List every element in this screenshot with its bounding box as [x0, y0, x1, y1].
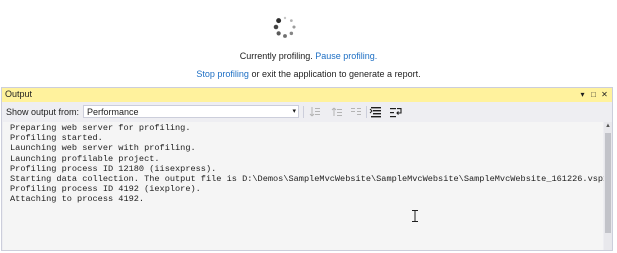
output-line: Profiling started.	[10, 133, 103, 144]
output-source-select[interactable]: Performance ▾	[83, 105, 299, 118]
spinner-dot	[273, 24, 279, 30]
chevron-down-icon: ▾	[292, 108, 296, 115]
vertical-scrollbar[interactable]: ▲	[604, 122, 612, 250]
output-line: Launching web server with profiling.	[10, 143, 196, 154]
output-toolbar: Show output from: Performance ▾	[2, 103, 612, 121]
go-to-next-message-icon[interactable]	[330, 105, 344, 119]
toolbar-separator	[303, 106, 304, 118]
output-window-title: Output	[5, 89, 33, 99]
spinner-dot	[276, 18, 282, 24]
profiling-status-line: Currently profiling. Pause profiling.	[0, 51, 617, 61]
output-log: Preparing web server for profiling. Prof…	[10, 123, 608, 205]
show-output-from-label: Show output from:	[6, 107, 80, 117]
close-icon[interactable]: ✕	[599, 88, 610, 102]
output-line: Attaching to process 4192.	[10, 194, 145, 205]
profiling-instruction-line: Stop profiling or exit the application t…	[0, 69, 617, 79]
output-line: Preparing web server for profiling.	[10, 123, 191, 133]
output-source-value: Performance	[87, 107, 139, 117]
go-to-previous-message-icon[interactable]	[308, 105, 322, 119]
text-cursor-icon	[411, 210, 419, 222]
spinner-dot	[283, 16, 287, 20]
spinner-dot	[289, 19, 293, 23]
spinner-dot	[289, 31, 294, 36]
output-text-area[interactable]: Preparing web server for profiling. Prof…	[3, 122, 608, 250]
clear-all-icon[interactable]	[369, 105, 383, 119]
output-window: Output ▾ □ ✕ Show output from: Performan…	[1, 87, 613, 251]
profiling-status-text: Currently profiling.	[239, 51, 313, 61]
loading-spinner-icon	[272, 14, 298, 40]
scrollbar-thumb[interactable]	[605, 133, 611, 233]
spinner-dot	[276, 31, 281, 36]
output-window-titlebar[interactable]: Output ▾ □ ✕	[2, 88, 612, 102]
output-line: Profiling process ID 12180 (iisexpress).	[10, 163, 217, 174]
maximize-icon[interactable]: □	[588, 88, 599, 102]
window-position-dropdown-icon[interactable]: ▾	[577, 88, 588, 102]
find-message-icon[interactable]	[349, 105, 363, 119]
stop-profiling-link[interactable]: Stop profiling	[196, 69, 249, 79]
pause-profiling-link[interactable]: Pause profiling.	[315, 51, 377, 61]
toggle-word-wrap-icon[interactable]	[389, 105, 403, 119]
toolbar-separator	[366, 106, 367, 118]
spinner-dot	[283, 34, 287, 38]
output-line: Starting data collection. The output fil…	[10, 174, 609, 185]
output-line: Profiling process ID 4192 (iexplore).	[10, 184, 201, 195]
scroll-up-icon[interactable]: ▲	[604, 122, 612, 130]
instruction-text: or exit the application to generate a re…	[251, 69, 421, 79]
output-line: Launching profilable project.	[10, 153, 160, 164]
spinner-dot	[292, 25, 296, 29]
